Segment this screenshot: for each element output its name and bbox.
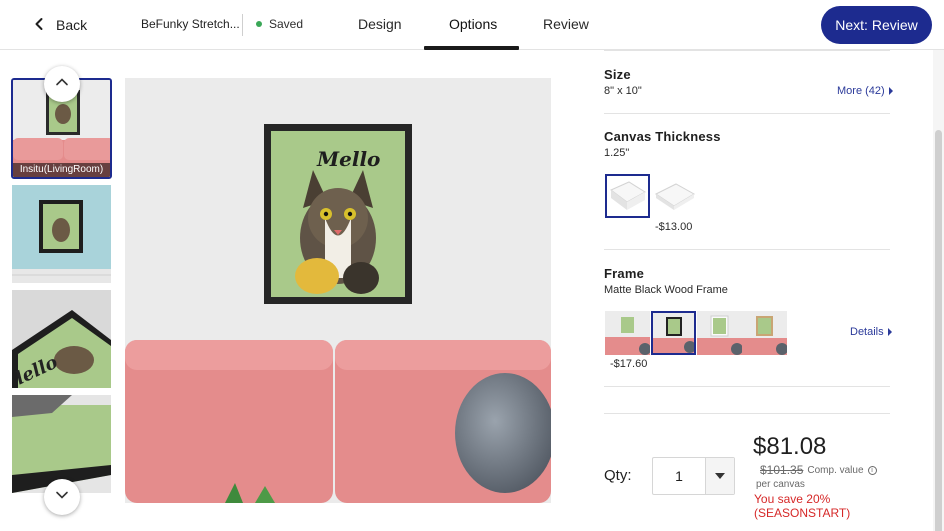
- save-status: Saved: [256, 17, 303, 31]
- chevron-up-icon: [55, 75, 69, 94]
- thumbnail-wall[interactable]: [12, 185, 111, 283]
- back-label: Back: [56, 17, 88, 33]
- frame-price-delta: -$17.60: [610, 358, 648, 370]
- thickness-title: Canvas Thickness: [604, 129, 721, 144]
- section-divider: [604, 413, 890, 414]
- product-preview: Mello: [125, 78, 551, 503]
- back-button[interactable]: Back: [32, 14, 87, 36]
- price: $81.08: [753, 433, 827, 460]
- tab-design[interactable]: Design: [358, 16, 402, 32]
- chevron-left-icon: [32, 17, 46, 34]
- thickness-value: 1.25": [604, 147, 630, 159]
- info-icon[interactable]: i: [867, 465, 877, 475]
- comp-label: Comp. value: [807, 464, 864, 476]
- thumbnail-strip: Insitu(LivingRoom) lello: [11, 78, 112, 503]
- section-divider: [604, 113, 890, 114]
- active-tab-indicator: [424, 46, 519, 50]
- frame-black-thumb: [653, 313, 696, 353]
- chevron-down-icon: [55, 488, 69, 507]
- size-more-label: More (42): [837, 85, 885, 97]
- project-name[interactable]: BeFunky Stretch...: [141, 17, 240, 31]
- scrollbar-thumb[interactable]: [935, 130, 942, 531]
- thumbnail-caption: Insitu(LivingRoom): [13, 163, 110, 177]
- frame-text: Mello: [316, 147, 380, 171]
- frame-details-label: Details: [850, 326, 884, 338]
- thickness-price-delta: -$13.00: [655, 221, 693, 233]
- preview-image: Mello: [125, 78, 551, 503]
- next-review-button[interactable]: Next: Review: [821, 6, 932, 44]
- saved-label: Saved: [269, 17, 304, 31]
- promo-code: (SEASONSTART): [754, 506, 851, 520]
- thick-canvas-icon: [610, 181, 646, 210]
- size-more-link[interactable]: More (42): [837, 85, 893, 97]
- thumbnail-wall-image: [12, 185, 111, 283]
- thickness-option-1-25[interactable]: [605, 174, 650, 218]
- per-unit-label: per canvas: [756, 479, 805, 490]
- frame-value: Matte Black Wood Frame: [604, 284, 728, 296]
- tab-options[interactable]: Options: [449, 16, 497, 32]
- qty-label: Qty:: [604, 467, 632, 484]
- thumbnails-scroll-up-button[interactable]: [44, 66, 80, 102]
- thickness-option-thin[interactable]: [652, 176, 697, 218]
- frame-title: Frame: [604, 266, 645, 281]
- qty-value: 1: [653, 458, 706, 494]
- caret-right-icon: [888, 87, 893, 95]
- comp-value: $101.35 Comp. value i: [760, 463, 877, 477]
- thin-canvas-icon: [655, 183, 695, 210]
- caret-right-icon: [887, 328, 892, 336]
- frame-option-white[interactable]: [697, 311, 743, 355]
- comp-price: $101.35: [760, 463, 804, 477]
- saved-dot-icon: [256, 21, 262, 27]
- frame-white-thumb: [697, 311, 743, 355]
- savings-text: You save 20%: [754, 492, 831, 506]
- frame-option-black[interactable]: [651, 311, 696, 355]
- section-divider: [604, 249, 890, 250]
- qty-select[interactable]: 1: [652, 457, 735, 495]
- section-divider: [604, 386, 890, 387]
- thumbnail-corner-closeup[interactable]: lello: [12, 290, 111, 388]
- size-title: Size: [604, 67, 631, 82]
- thumbnails-scroll-down-button[interactable]: [44, 479, 80, 515]
- thumbnail-corner-image: lello: [12, 290, 111, 388]
- dropdown-caret-icon[interactable]: [706, 458, 734, 494]
- size-value: 8" x 10": [604, 85, 642, 97]
- frame-option-wood[interactable]: [742, 311, 788, 355]
- frame-option-none[interactable]: [605, 311, 651, 355]
- panel-divider: [604, 50, 890, 51]
- tab-review[interactable]: Review: [543, 16, 589, 32]
- panel-scrollbar[interactable]: [933, 50, 944, 531]
- divider: [242, 14, 243, 36]
- frame-none-thumb: [605, 311, 651, 355]
- frame-wood-thumb: [742, 311, 788, 355]
- top-bar: Back BeFunky Stretch... Saved Design Opt…: [0, 0, 944, 50]
- frame-details-link[interactable]: Details: [850, 326, 892, 338]
